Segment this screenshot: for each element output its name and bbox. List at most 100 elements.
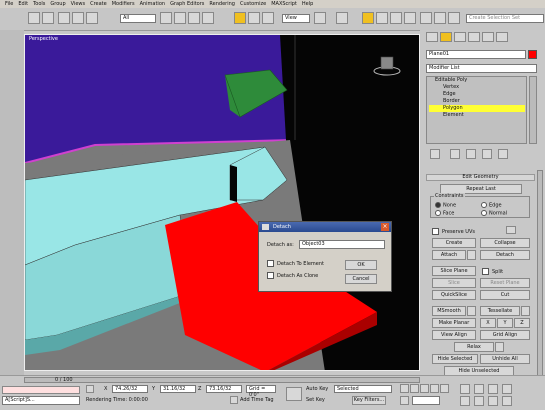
field-of-view-icon[interactable] [460, 396, 470, 406]
time-slider[interactable]: 0 / 100 [24, 377, 420, 383]
utilities-tab-icon[interactable] [496, 32, 508, 42]
zoom-extents-all-icon[interactable] [502, 384, 512, 394]
angle-snap-icon[interactable] [376, 12, 388, 24]
constraint-none-radio[interactable]: None [435, 202, 456, 209]
attach-button[interactable]: Attach [432, 250, 466, 260]
create-button[interactable]: Create [432, 238, 476, 248]
preserve-uvs-settings-icon[interactable] [506, 226, 516, 234]
ok-button[interactable]: OK [345, 260, 377, 270]
stack-item-border[interactable]: Border [429, 98, 525, 105]
slice-plane-button[interactable]: Slice Plane [432, 266, 476, 276]
z-coordinate-field[interactable]: 73.16/32 [206, 385, 242, 393]
align-icon[interactable] [448, 12, 460, 24]
msmooth-button[interactable]: MSmooth [432, 306, 466, 316]
lock-selection-icon[interactable] [86, 385, 94, 393]
planar-x-button[interactable]: X [480, 318, 496, 328]
reference-coordinate-dropdown[interactable]: View [282, 14, 310, 23]
viewport-label[interactable]: Perspective [29, 36, 58, 42]
orbit-icon[interactable] [488, 396, 498, 406]
maxscript-listener[interactable] [2, 386, 80, 394]
percent-snap-icon[interactable] [390, 12, 402, 24]
key-mode-icon[interactable] [286, 387, 302, 401]
slice-button[interactable]: Slice [432, 278, 476, 288]
stack-item-vertex[interactable]: Vertex [429, 84, 525, 91]
menu-item-views[interactable]: Views [71, 0, 85, 8]
pivot-center-icon[interactable] [314, 12, 326, 24]
quickslice-button[interactable]: QuickSlice [432, 290, 476, 300]
stack-item-polygon[interactable]: Polygon [429, 105, 525, 112]
menu-item-graph-editors[interactable]: Graph Editors [170, 0, 204, 8]
relax-settings-icon[interactable] [495, 342, 504, 352]
cut-button[interactable]: Cut [480, 290, 530, 300]
edit-geometry-rollout-header[interactable]: Edit Geometry [426, 174, 535, 181]
edit-named-selection-icon[interactable] [420, 12, 432, 24]
named-selection-set-input[interactable]: Create Selection Set [466, 14, 544, 23]
select-and-move-icon[interactable] [234, 12, 246, 24]
configure-modifier-sets-icon[interactable] [498, 149, 508, 159]
make-unique-icon[interactable] [466, 149, 476, 159]
make-planar-button[interactable]: Make Planar [432, 318, 476, 328]
unhide-all-button[interactable]: Unhide All [480, 354, 530, 364]
maxscript-mini-listener[interactable]: A[Script]S... [2, 396, 80, 405]
stack-item-edge[interactable]: Edge [429, 91, 525, 98]
msmooth-settings-icon[interactable] [467, 306, 476, 316]
go-to-start-icon[interactable] [400, 384, 409, 393]
menu-item-help[interactable]: Help [302, 0, 313, 8]
menu-item-edit[interactable]: Edit [18, 0, 28, 8]
menu-item-customize[interactable]: Customize [240, 0, 266, 8]
menu-item-rendering[interactable]: Rendering [209, 0, 235, 8]
display-tab-icon[interactable] [482, 32, 494, 42]
unlink-icon[interactable] [72, 12, 84, 24]
close-icon[interactable]: × [381, 223, 389, 231]
select-and-scale-icon[interactable] [262, 12, 274, 24]
select-object-icon[interactable] [160, 12, 172, 24]
zoom-extents-icon[interactable] [488, 384, 498, 394]
view-align-button[interactable]: View Align [432, 330, 476, 340]
key-mode-toggle-icon[interactable] [400, 396, 409, 405]
object-color-swatch[interactable] [528, 50, 537, 59]
select-and-rotate-icon[interactable] [248, 12, 260, 24]
detach-as-clone-checkbox[interactable]: Detach As Clone [267, 272, 318, 279]
stack-scrollbar[interactable] [529, 76, 537, 144]
play-icon[interactable] [420, 384, 429, 393]
menu-item-create[interactable]: Create [90, 0, 107, 8]
select-by-name-icon[interactable] [174, 12, 186, 24]
rectangular-selection-icon[interactable] [188, 12, 200, 24]
go-to-end-icon[interactable] [440, 384, 449, 393]
reset-plane-button[interactable]: Reset Plane [480, 278, 530, 288]
perspective-viewport[interactable]: Perspective [24, 34, 420, 371]
current-frame-field[interactable] [412, 396, 440, 405]
menu-item-tools[interactable]: Tools [33, 0, 45, 8]
mirror-icon[interactable] [434, 12, 446, 24]
next-frame-icon[interactable] [430, 384, 439, 393]
constraint-normal-radio[interactable]: Normal [481, 210, 507, 217]
split-checkbox[interactable]: Split [482, 268, 503, 275]
collapse-button[interactable]: Collapse [480, 238, 530, 248]
menu-item-animation[interactable]: Animation [140, 0, 166, 8]
pin-stack-icon[interactable] [430, 149, 440, 159]
spinner-snap-icon[interactable] [404, 12, 416, 24]
key-filters-button[interactable]: Key Filters... [352, 396, 386, 405]
modify-tab-icon[interactable] [440, 32, 452, 42]
panel-scrollbar[interactable] [537, 170, 543, 376]
tessellate-button[interactable]: Tessellate [480, 306, 520, 316]
window-crossing-icon[interactable] [202, 12, 214, 24]
grid-align-button[interactable]: Grid Align [480, 330, 530, 340]
time-tag-icon[interactable] [230, 396, 238, 404]
maximize-viewport-icon[interactable] [502, 396, 512, 406]
remove-modifier-icon[interactable] [482, 149, 492, 159]
object-name-field[interactable]: Plane01 [426, 50, 526, 59]
stack-item-element[interactable]: Element [429, 112, 525, 119]
hide-selected-button[interactable]: Hide Selected [432, 354, 478, 364]
link-icon[interactable] [58, 12, 70, 24]
detach-button[interactable]: Detach [480, 250, 530, 260]
menu-item-file[interactable]: File [5, 0, 13, 8]
motion-tab-icon[interactable] [468, 32, 480, 42]
hierarchy-tab-icon[interactable] [454, 32, 466, 42]
add-time-tag-button[interactable]: Add Time Tag [240, 397, 274, 403]
set-key-button[interactable]: Set Key [306, 397, 325, 403]
attach-list-icon[interactable] [467, 250, 476, 260]
x-coordinate-field[interactable]: 74.26/32 [112, 385, 148, 393]
create-tab-icon[interactable] [426, 32, 438, 42]
pan-icon[interactable] [474, 396, 484, 406]
